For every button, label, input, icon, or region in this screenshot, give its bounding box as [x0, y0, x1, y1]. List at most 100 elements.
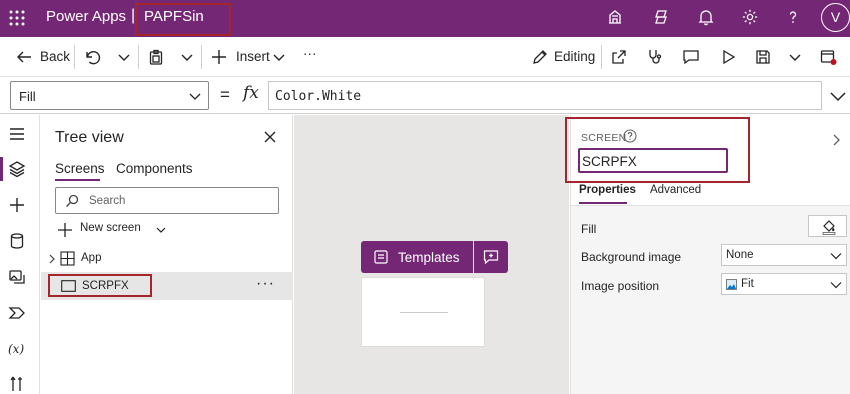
- left-rail: (x): [0, 115, 40, 394]
- search-placeholder: Search: [89, 195, 126, 207]
- tab-properties-underline: [579, 202, 627, 204]
- tab-properties[interactable]: Properties: [579, 184, 636, 196]
- app-name-highlight-box: [135, 3, 231, 36]
- plus-icon[interactable]: [210, 48, 228, 66]
- fx-icon: fx: [243, 83, 259, 103]
- close-icon[interactable]: [263, 130, 277, 144]
- image-fit-icon: [726, 279, 737, 290]
- background-image-value: None: [726, 249, 754, 261]
- screen-preview[interactable]: [361, 277, 485, 347]
- properties-panel: SCREEN SCRPFX Properties Advanced Fill B…: [565, 115, 850, 394]
- play-icon[interactable]: [719, 48, 737, 66]
- copilot-icon[interactable]: [652, 8, 670, 26]
- formula-bar: Fill = fx Color.White: [0, 77, 850, 114]
- properties-section: Fill Background image None Image positio…: [571, 205, 850, 394]
- editing-button[interactable]: Editing: [554, 49, 595, 64]
- screen-highlight-box: [48, 274, 152, 297]
- avatar[interactable]: V: [821, 3, 850, 32]
- plus-icon[interactable]: [8, 196, 26, 214]
- chevron-right-icon[interactable]: [831, 134, 843, 146]
- save-icon[interactable]: [754, 48, 772, 66]
- background-image-label: Background image: [581, 250, 682, 264]
- image-position-label: Image position: [581, 279, 660, 293]
- help-icon[interactable]: [784, 8, 802, 26]
- paint-bucket-icon: [822, 220, 836, 235]
- app-title[interactable]: Power Apps: [46, 8, 126, 25]
- templates-icon: [374, 250, 388, 264]
- gear-icon[interactable]: [741, 8, 759, 26]
- fill-label: Fill: [581, 222, 597, 236]
- tab-advanced[interactable]: Advanced: [650, 184, 701, 196]
- divider: [201, 45, 202, 69]
- new-screen-label: New screen: [80, 222, 141, 234]
- equals-sign: =: [220, 85, 230, 104]
- templates-label: Templates: [398, 250, 460, 265]
- chevron-down-icon[interactable]: [115, 48, 133, 66]
- waffle-icon[interactable]: [8, 9, 26, 27]
- divider: [74, 45, 75, 69]
- chevron-down-icon[interactable]: [178, 48, 196, 66]
- tree-view-panel: Tree view Screens Components Search New …: [41, 115, 293, 394]
- chevron-down-icon: [830, 282, 842, 289]
- command-bar: Back Insert ··· Editing: [0, 37, 850, 77]
- new-screen-button[interactable]: New screen: [57, 220, 167, 240]
- help-circle-icon[interactable]: [623, 129, 637, 143]
- screen-name-value: SCRPFX: [582, 154, 637, 169]
- undo-icon[interactable]: [83, 48, 101, 66]
- layers-icon[interactable]: [8, 160, 26, 178]
- chevron-down-icon: [830, 253, 842, 260]
- publish-icon[interactable]: [819, 48, 837, 66]
- tree-item-label: App: [81, 252, 102, 264]
- chevron-down-icon[interactable]: [786, 48, 804, 66]
- share-icon[interactable]: [610, 48, 628, 66]
- hamburger-menu-icon[interactable]: [8, 125, 26, 143]
- background-image-dropdown[interactable]: None: [721, 244, 847, 266]
- screen-name-input[interactable]: SCRPFX: [578, 148, 728, 173]
- fill-color-picker[interactable]: [808, 215, 847, 237]
- tab-components[interactable]: Components: [116, 161, 193, 176]
- svg-text:(x): (x): [8, 342, 24, 356]
- chevron-down-icon: [156, 227, 166, 233]
- chevron-down-icon[interactable]: [829, 87, 847, 105]
- design-canvas[interactable]: Templates: [294, 115, 569, 394]
- top-app-bar: Power Apps | PAPFSin V: [0, 0, 850, 37]
- comment-icon[interactable]: [682, 48, 700, 66]
- app-grid-icon: [60, 251, 75, 266]
- insert-button[interactable]: Insert: [236, 49, 270, 64]
- add-comment-button[interactable]: [474, 241, 508, 273]
- screen-preview-content: [400, 312, 448, 313]
- tab-screens-underline: [55, 179, 100, 181]
- search-input[interactable]: Search: [55, 187, 279, 214]
- app-checker-icon[interactable]: [646, 48, 664, 66]
- divider: [601, 45, 602, 69]
- back-arrow-icon[interactable]: [15, 48, 33, 66]
- divider: [138, 45, 139, 69]
- pencil-icon[interactable]: [531, 48, 549, 66]
- screen-section-label: SCREEN: [581, 132, 627, 144]
- rail-selection-indicator: [0, 157, 3, 181]
- database-icon[interactable]: [8, 232, 26, 250]
- chevron-down-icon[interactable]: [270, 48, 288, 66]
- more-options-button[interactable]: ···: [303, 46, 317, 61]
- tree-item-screen[interactable]: SCRPFX ···: [41, 272, 293, 300]
- image-position-value: Fit: [741, 278, 754, 290]
- search-icon: [66, 194, 79, 207]
- power-automate-icon[interactable]: [8, 304, 26, 322]
- chevron-down-icon: [189, 93, 201, 100]
- tab-screens[interactable]: Screens: [55, 161, 105, 176]
- tree-item-app[interactable]: App: [41, 248, 293, 270]
- media-icon[interactable]: [8, 268, 26, 286]
- variables-icon[interactable]: (x): [8, 340, 26, 358]
- formula-input[interactable]: Color.White: [268, 81, 822, 110]
- tree-view-title: Tree view: [55, 129, 124, 146]
- templates-button[interactable]: Templates: [361, 241, 473, 273]
- property-dropdown[interactable]: Fill: [10, 81, 209, 110]
- image-position-dropdown[interactable]: Fit: [721, 273, 847, 295]
- back-button[interactable]: Back: [40, 49, 70, 64]
- more-options-button[interactable]: ···: [256, 275, 275, 293]
- paste-icon[interactable]: [147, 48, 165, 66]
- bell-icon[interactable]: [697, 8, 715, 26]
- chevron-right-icon[interactable]: [47, 254, 57, 264]
- tools-icon[interactable]: [8, 375, 26, 393]
- environment-icon[interactable]: [606, 8, 624, 26]
